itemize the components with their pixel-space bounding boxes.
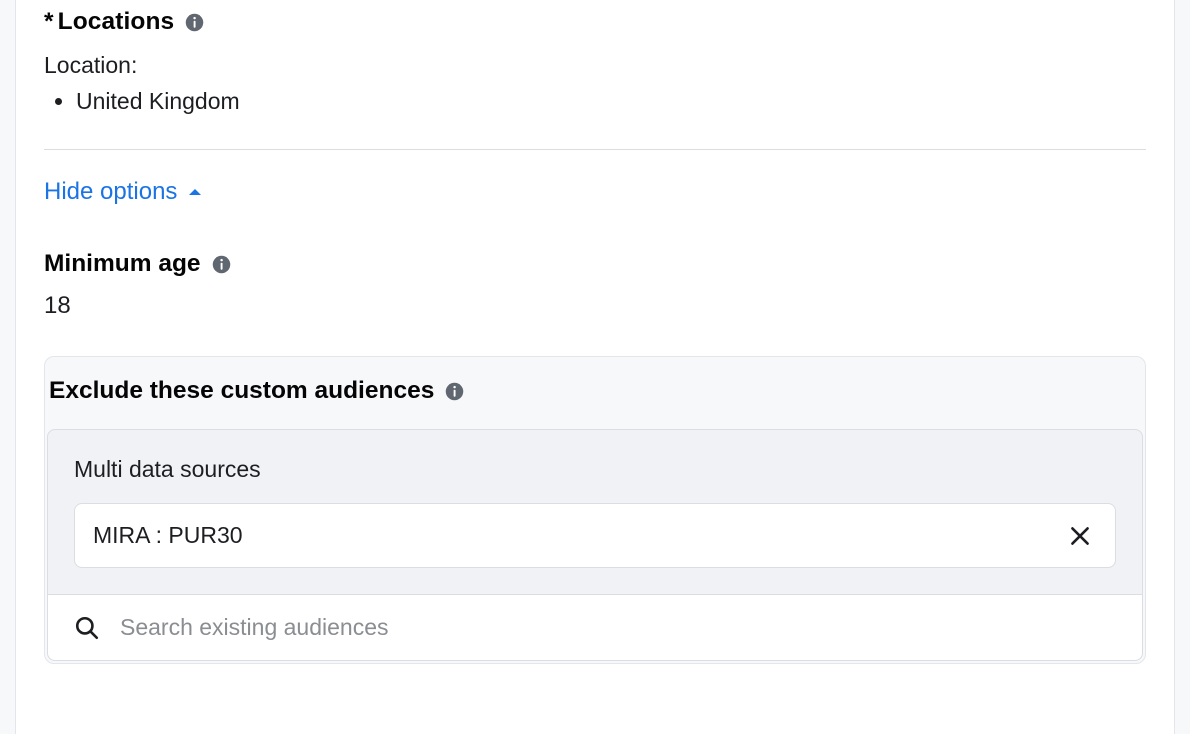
search-icon (74, 615, 100, 641)
panel-right-edge (1174, 0, 1190, 734)
audience-search-input[interactable] (118, 613, 1116, 642)
minimum-age-value: 18 (44, 292, 1146, 320)
exclude-heading: Exclude these custom audiences (49, 377, 434, 405)
hide-options-label: Hide options (44, 178, 177, 206)
location-summary: Location: United Kingdom (44, 52, 1146, 117)
audience-chip: MIRA : PUR30 (74, 503, 1116, 568)
caret-up-icon (187, 186, 203, 198)
locations-heading: *Locations (44, 8, 1146, 36)
location-item: United Kingdom (76, 85, 1146, 117)
info-icon[interactable] (211, 254, 232, 275)
required-asterisk: *Locations (44, 8, 174, 36)
remove-chip-button[interactable] (1067, 523, 1093, 549)
info-icon[interactable] (184, 12, 205, 33)
multi-data-sources-label: Multi data sources (74, 456, 1116, 483)
audience-chip-label: MIRA : PUR30 (93, 522, 243, 549)
minimum-age-heading: Minimum age (44, 250, 1146, 278)
location-list: United Kingdom (44, 85, 1146, 117)
hide-options-toggle[interactable]: Hide options (44, 178, 203, 206)
multi-data-sources-box: Multi data sources MIRA : PUR30 (47, 429, 1143, 595)
exclude-audiences-panel: Exclude these custom audiences Multi dat… (44, 356, 1146, 664)
audience-search-box[interactable] (47, 595, 1143, 661)
info-icon[interactable] (444, 381, 465, 402)
location-label: Location: (44, 52, 1146, 79)
panel-left-edge (0, 0, 16, 734)
section-divider (44, 149, 1146, 150)
